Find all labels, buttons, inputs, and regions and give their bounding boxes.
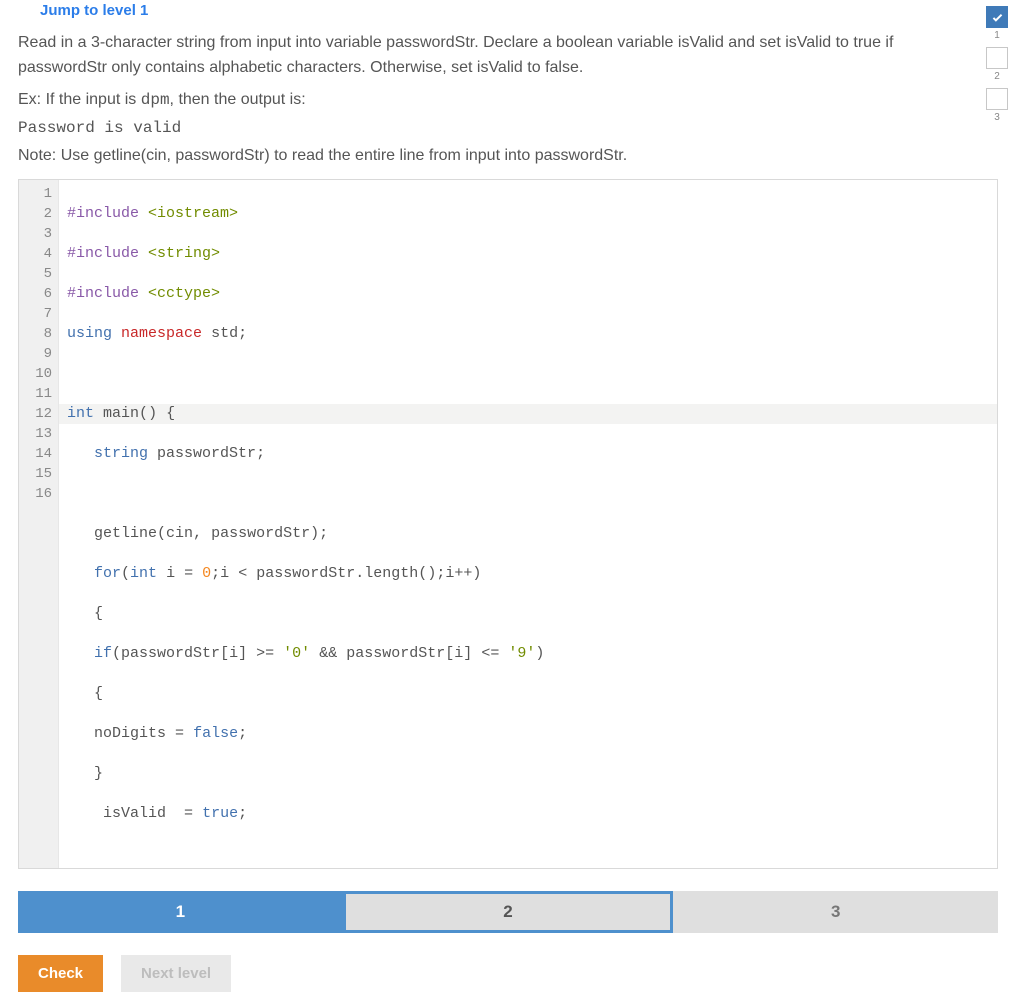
progress-num-2: 2	[994, 71, 1000, 82]
progress-num-3: 3	[994, 112, 1000, 123]
check-button[interactable]: Check	[18, 955, 103, 992]
line-gutter: 12345678 910111213141516	[19, 180, 59, 868]
progress-num-1: 1	[994, 30, 1000, 41]
progress-chip-1[interactable]	[986, 6, 1008, 28]
progress-rail: 1 2 3	[984, 6, 1010, 127]
check-icon	[991, 11, 1004, 24]
example-prefix: Ex: If the input is	[18, 91, 141, 108]
jump-to-level-link[interactable]: Jump to level 1	[18, 0, 148, 31]
example-value: dpm	[141, 91, 170, 109]
prompt-paragraph: Read in a 3-character string from input …	[18, 31, 958, 81]
step-tab-2[interactable]: 2	[343, 891, 674, 933]
step-tabs: 1 2 3	[18, 891, 998, 933]
note-line: Note: Use getline(cin, passwordStr) to r…	[18, 147, 1006, 165]
next-level-button: Next level	[121, 955, 231, 992]
progress-chip-3[interactable]	[986, 88, 1008, 110]
expected-output: Password is valid	[18, 119, 1006, 137]
progress-chip-2[interactable]	[986, 47, 1008, 69]
code-editor[interactable]: 12345678 910111213141516 #include <iostr…	[18, 179, 998, 869]
code-body[interactable]: #include <iostream> #include <string> #i…	[59, 180, 997, 868]
example-line: Ex: If the input is dpm, then the output…	[18, 91, 1006, 109]
step-tab-3[interactable]: 3	[673, 891, 998, 933]
example-suffix: , then the output is:	[170, 91, 306, 108]
button-row: Check Next level	[18, 955, 1006, 992]
step-tab-1[interactable]: 1	[18, 891, 343, 933]
